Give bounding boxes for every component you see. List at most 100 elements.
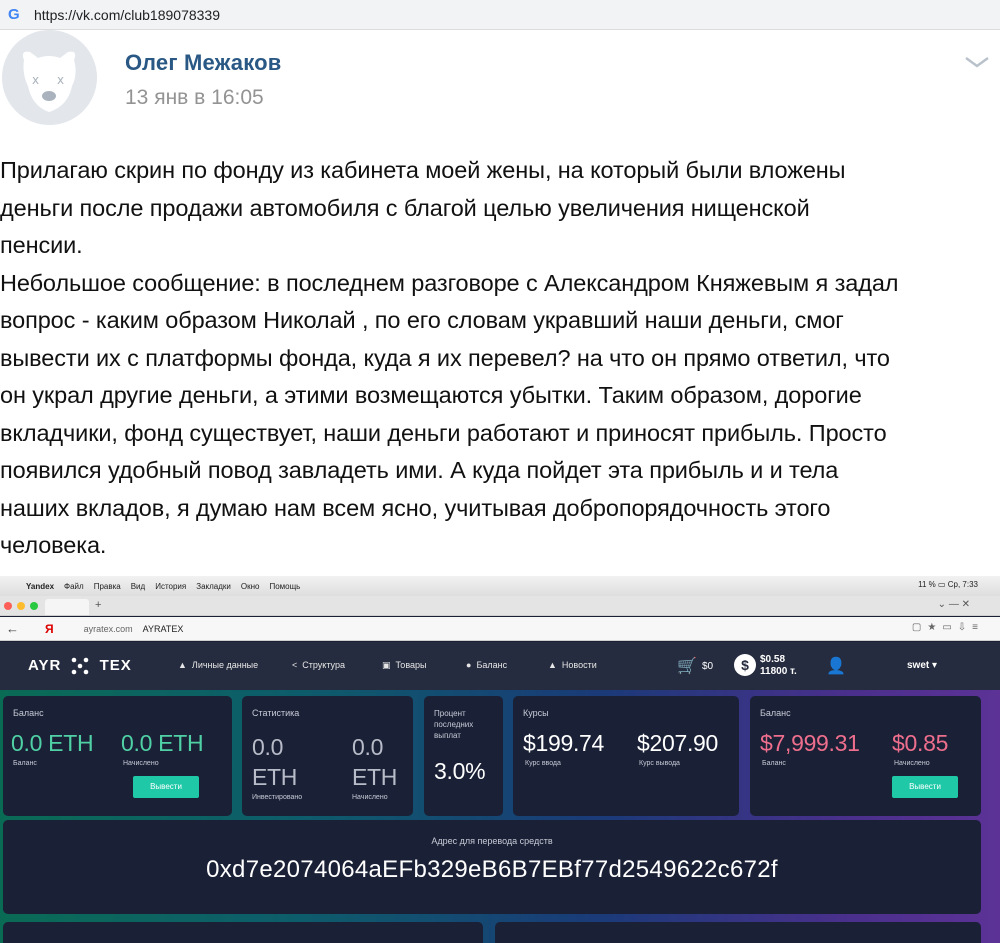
card-bottom-left	[3, 922, 483, 943]
withdraw-eth-button: Вывести	[133, 776, 199, 798]
nav-label: Новости	[561, 660, 597, 670]
menu-item: История	[155, 581, 187, 591]
card-balance-eth: Баланс 0.0 ETH Баланс 0.0 ETH Начислено …	[3, 696, 232, 816]
stats-accrued-unit: ETH	[352, 764, 398, 790]
invested-label: Инвестировано	[252, 794, 303, 801]
tab-controls-icon: ⌄ — ✕	[937, 599, 970, 610]
account-icon: 👤	[826, 658, 846, 675]
username: swet ▾	[907, 660, 938, 671]
yandex-icon: Я	[45, 621, 54, 636]
post-date[interactable]: 13 янв в 16:05	[125, 86, 264, 110]
eth-accrued-label: Начислено	[123, 760, 159, 767]
menu-item: Вид	[130, 581, 146, 591]
logo-text-right: TEX	[99, 656, 132, 674]
browser-url-bar[interactable]: G https://vk.com/club189078339	[0, 0, 1000, 30]
card-title: Процент последних выплат	[434, 709, 474, 740]
browser-tab-bar: + ⌄ — ✕	[0, 596, 1000, 616]
menu-item: Правка	[93, 581, 121, 591]
attached-screenshot[interactable]: Yandex Файл Правка Вид История Закладки …	[0, 576, 1000, 943]
chevron-down-icon[interactable]	[962, 52, 992, 72]
invested-unit: ETH	[252, 764, 298, 790]
usd-balance-label: Баланс	[762, 760, 786, 767]
address-bar-icons: ▢★▭⇩≡	[911, 622, 984, 633]
card-title: Курсы	[523, 708, 549, 718]
card-bottom-right	[495, 922, 981, 943]
invested-number: 0.0	[252, 734, 284, 760]
usd-accrued-label: Начислено	[894, 760, 930, 767]
card-balance-usd: Баланс $7,999.31 Баланс $0.85 Начислено …	[750, 696, 981, 816]
eth-balance-value: 0.0 ETH	[11, 730, 94, 756]
avatar[interactable]: x x	[2, 30, 97, 125]
dashboard: Баланс 0.0 ETH Баланс 0.0 ETH Начислено …	[0, 690, 1000, 943]
card-rates: Курсы $199.74 Курс ввода $207.90 Курс вы…	[513, 696, 739, 816]
post-author[interactable]: Олег Межаков	[125, 50, 281, 76]
google-icon: G	[8, 6, 20, 23]
basket-icon: ▣	[382, 660, 391, 670]
cart-value: $0	[702, 661, 714, 672]
share-icon: <	[292, 660, 298, 670]
eth-balance-label: Баланс	[13, 760, 37, 767]
nav-goods: ▣ Товары	[382, 660, 426, 671]
rate-out-value: $207.90	[637, 730, 719, 756]
nav-label: Структура	[302, 660, 345, 670]
site-header: AYR TEX ▲ Личные данные < Структура ▣ Товар…	[0, 642, 1000, 690]
inner-page-title: AYRATEX	[142, 623, 184, 634]
nav-structure: < Структура	[292, 660, 345, 670]
nav-personal: ▲ Личные данные	[178, 660, 258, 670]
inner-address-bar: ← Я ayratex.com AYRATEX ▢★▭⇩≡	[0, 617, 1000, 641]
dog-avatar-icon: x x	[2, 30, 97, 125]
card-title: Баланс	[13, 708, 44, 718]
card-statistics: Статистика 0.0 ETH Инвестировано 0.0 ETH…	[242, 696, 413, 816]
invested-value: 0.0 ETH	[252, 732, 297, 792]
nav-balance: ● Баланс	[466, 660, 507, 670]
mac-status-area: 11 % ▭ Ср, 7:33	[918, 580, 978, 589]
ayratex-logo: AYR TEX	[28, 656, 132, 676]
back-arrow-icon: ←	[6, 621, 19, 636]
card-percent: Процент последних выплат 3.0%	[424, 696, 503, 816]
usd-balance-value: $7,999.31	[760, 730, 860, 756]
header-balance: $0.58 11800 т.	[760, 654, 797, 678]
stats-accrued-value: 0.0 ETH	[352, 732, 397, 792]
bell-icon: ▲	[548, 660, 557, 670]
plus-icon: +	[95, 599, 102, 611]
balance-t: 11800 т.	[760, 666, 797, 677]
card-title: Статистика	[252, 708, 300, 718]
nav-label: Личные данные	[191, 660, 259, 670]
close-icon	[4, 602, 12, 610]
window-controls	[4, 602, 38, 610]
nav-label: Товары	[395, 660, 427, 670]
menu-item: Закладки	[196, 581, 231, 591]
menu-item: Окно	[240, 581, 260, 591]
logo-text-left: AYR	[28, 656, 62, 674]
cart-icon: 🛒	[677, 658, 697, 675]
inner-domain: ayratex.com	[83, 623, 133, 634]
logo-dots-icon	[66, 656, 94, 676]
stats-accrued-label: Начислено	[352, 794, 388, 801]
mac-menu-bar: Yandex Файл Правка Вид История Закладки …	[0, 576, 1000, 596]
wallet-label: Адрес для перевода средств	[431, 836, 553, 846]
rate-in-value: $199.74	[523, 730, 605, 756]
eth-accrued-value: 0.0 ETH	[121, 730, 204, 756]
nav-label: Баланс	[476, 660, 508, 670]
post-text: Прилагаю скрин по фонду из кабинета моей…	[0, 157, 899, 558]
username-text: swet	[907, 660, 930, 671]
stats-accrued-number: 0.0	[352, 734, 384, 760]
withdraw-usd-button: Вывести	[892, 776, 958, 798]
balance-usd: $0.58	[760, 654, 786, 665]
rate-in-label: Курс ввода	[525, 760, 561, 767]
menu-item: Файл	[64, 581, 84, 591]
dollar-icon: $	[734, 654, 756, 676]
card-wallet-address: Адрес для перевода средств 0xd7e2074064a…	[3, 820, 981, 914]
minimize-icon	[17, 602, 25, 610]
user-icon: ▲	[178, 660, 187, 670]
nav-news: ▲ Новости	[548, 660, 597, 670]
rate-out-label: Курс вывода	[639, 760, 680, 767]
menu-item: Помощь	[269, 581, 301, 591]
svg-text:x: x	[32, 73, 39, 87]
usd-accrued-value: $0.85	[892, 730, 949, 756]
menu-item: Yandex	[26, 581, 55, 591]
maximize-icon	[30, 602, 38, 610]
coin-icon: ●	[466, 660, 472, 670]
svg-text:x: x	[57, 73, 64, 87]
url-text[interactable]: https://vk.com/club189078339	[34, 7, 220, 23]
